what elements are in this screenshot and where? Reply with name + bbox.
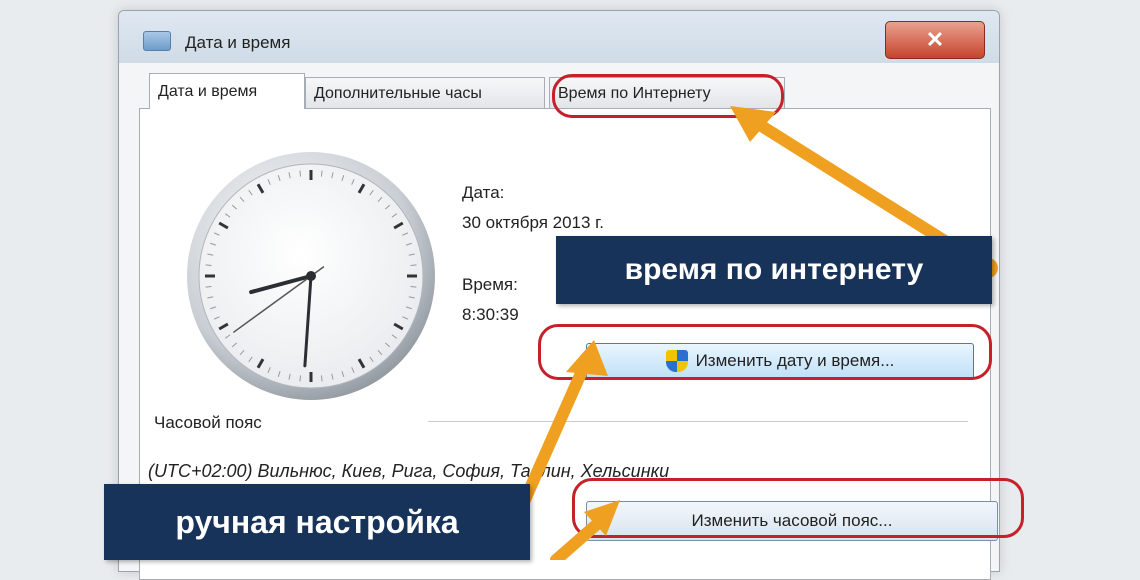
arrowhead-change-date-time (566, 340, 608, 376)
manual-setup-banner: ручная настройка (104, 484, 530, 560)
tab-date-time[interactable]: Дата и время (149, 73, 305, 109)
internet-time-banner: время по интернету (556, 236, 992, 304)
